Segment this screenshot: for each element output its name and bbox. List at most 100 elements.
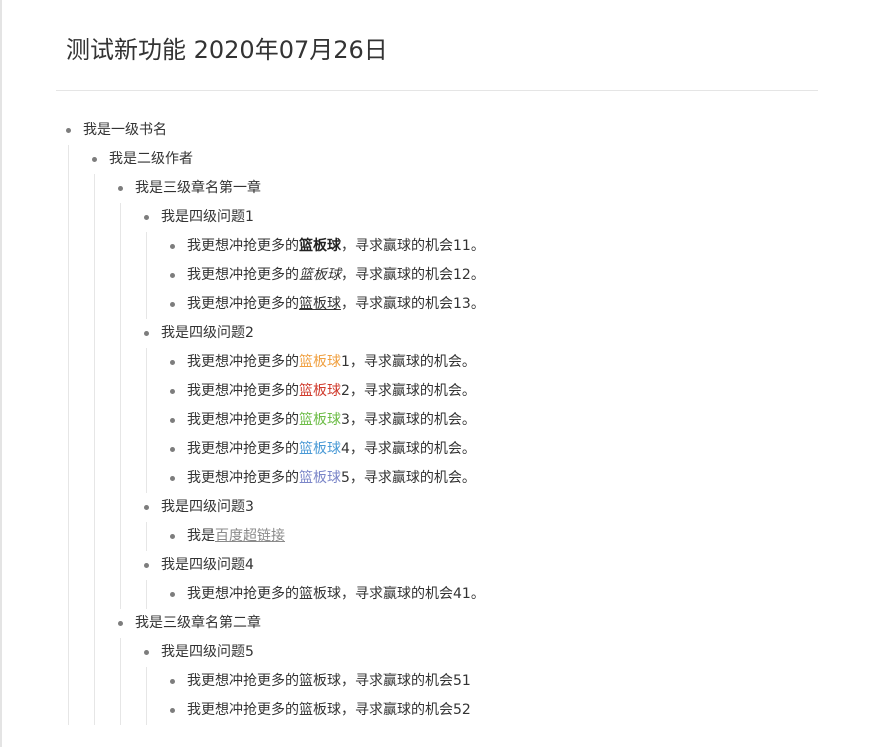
item-number: 2 (341, 383, 350, 399)
node-text-suffix: ，寻求赢球的机会。 (349, 441, 476, 457)
node-text: 我更想冲抢更多的篮板球，寻求赢球的机会41。 (187, 586, 485, 602)
red-keyword: 篮板球 (299, 383, 341, 399)
bullet-icon[interactable] (144, 331, 149, 336)
outline-row[interactable]: 我更想冲抢更多的篮板球，寻求赢球的机会13。 (170, 290, 826, 319)
item-number: 3 (341, 412, 350, 428)
outline-row[interactable]: 我更想冲抢更多的篮板球，寻求赢球的机会11。 (170, 232, 826, 261)
node-text-prefix: 我更想冲抢更多的 (187, 238, 299, 254)
bullet-icon[interactable] (170, 476, 175, 481)
outline-row[interactable]: 我是四级问题5 (144, 638, 826, 667)
outline-node-chapter1: 我是三级章名第一章 我是四级问题1 我更想冲抢更多的篮板球，寻求赢球的机会11。… (118, 174, 826, 609)
bullet-icon[interactable] (144, 650, 149, 655)
node-text: 我是四级问题2 (161, 325, 254, 341)
outline-node-question1: 我是四级问题1 我更想冲抢更多的篮板球，寻求赢球的机会11。 我更想冲抢更多的篮… (144, 203, 826, 319)
children-list: 我是百度超链接 (144, 522, 826, 551)
outline-node-item: 我更想冲抢更多的篮板球，寻求赢球的机会52 (170, 696, 826, 725)
outline-row[interactable]: 我更想冲抢更多的篮板球5，寻求赢球的机会。 (170, 464, 826, 493)
outline-node-item: 我更想冲抢更多的篮板球，寻求赢球的机会51 (170, 667, 826, 696)
bullet-icon[interactable] (118, 621, 123, 626)
node-text-prefix: 我更想冲抢更多的 (187, 296, 299, 312)
window-left-border (0, 0, 2, 747)
node-text-suffix: ，寻求赢球的机会。 (349, 354, 476, 370)
bullet-icon[interactable] (144, 215, 149, 220)
outline-node-item: 我更想冲抢更多的篮板球，寻求赢球的机会13。 (170, 290, 826, 319)
bullet-icon[interactable] (170, 679, 175, 684)
outline-row[interactable]: 我更想冲抢更多的篮板球4，寻求赢球的机会。 (170, 435, 826, 464)
outline-row[interactable]: 我是三级章名第二章 (118, 609, 826, 638)
outline-row[interactable]: 我更想冲抢更多的篮板球，寻求赢球的机会51 (170, 667, 826, 696)
node-text-suffix: ，寻求赢球的机会。 (349, 412, 476, 428)
node-text: 我更想冲抢更多的篮板球，寻求赢球的机会52 (187, 702, 471, 718)
outline-row[interactable]: 我更想冲抢更多的篮板球，寻求赢球的机会12。 (170, 261, 826, 290)
green-keyword: 篮板球 (299, 412, 341, 428)
outline-row[interactable]: 我更想冲抢更多的篮板球2，寻求赢球的机会。 (170, 377, 826, 406)
outline-row[interactable]: 我是四级问题4 (144, 551, 826, 580)
children-list: 我是四级问题1 我更想冲抢更多的篮板球，寻求赢球的机会11。 我更想冲抢更多的篮… (118, 203, 826, 609)
bullet-icon[interactable] (170, 418, 175, 423)
node-text-prefix: 我更想冲抢更多的 (187, 267, 299, 283)
children-list: 我是四级问题5 我更想冲抢更多的篮板球，寻求赢球的机会51 我更想冲抢更多的篮板… (118, 638, 826, 725)
node-text: 我是四级问题4 (161, 557, 254, 573)
bullet-icon[interactable] (92, 157, 97, 162)
italic-keyword: 篮板球 (299, 267, 341, 283)
page-title: 测试新功能 2020年07月26日 (66, 36, 388, 64)
node-text-suffix: ，寻求赢球的机会。 (349, 470, 476, 486)
outline-node-item: 我更想冲抢更多的篮板球3，寻求赢球的机会。 (170, 406, 826, 435)
baidu-hyperlink[interactable]: 百度超链接 (215, 528, 285, 544)
outline-node-level2: 我是二级作者 我是三级章名第一章 我是四级问题1 我更想冲抢更多的篮板球，寻求赢… (92, 145, 826, 725)
children-list: 我是三级章名第一章 我是四级问题1 我更想冲抢更多的篮板球，寻求赢球的机会11。… (92, 174, 826, 725)
orange-keyword: 篮板球 (299, 354, 341, 370)
node-text: 我是四级问题5 (161, 644, 254, 660)
bullet-icon[interactable] (144, 563, 149, 568)
outline-row[interactable]: 我是百度超链接 (170, 522, 826, 551)
node-text-suffix: ，寻求赢球的机会。 (349, 383, 476, 399)
bullet-icon[interactable] (170, 244, 175, 249)
outline-row[interactable]: 我是四级问题2 (144, 319, 826, 348)
bullet-icon[interactable] (118, 186, 123, 191)
outline-row[interactable]: 我更想冲抢更多的篮板球3，寻求赢球的机会。 (170, 406, 826, 435)
bullet-icon[interactable] (170, 534, 175, 539)
bullet-icon[interactable] (170, 592, 175, 597)
bullet-icon[interactable] (170, 708, 175, 713)
purple-keyword: 篮板球 (299, 470, 341, 486)
bullet-icon[interactable] (170, 447, 175, 452)
children-list: 我更想冲抢更多的篮板球，寻求赢球的机会11。 我更想冲抢更多的篮板球，寻求赢球的… (144, 232, 826, 319)
outline-tree: 我是一级书名 我是二级作者 我是三级章名第一章 我是四级问题1 我更想冲抢更多的… (66, 116, 826, 725)
children-list: 我更想冲抢更多的篮板球1，寻求赢球的机会。 我更想冲抢更多的篮板球2，寻求赢球的… (144, 348, 826, 493)
node-text-suffix: ，寻求赢球的机会11。 (341, 238, 485, 254)
outline-row[interactable]: 我是四级问题3 (144, 493, 826, 522)
outline-node-chapter2: 我是三级章名第二章 我是四级问题5 我更想冲抢更多的篮板球，寻求赢球的机会51 … (118, 609, 826, 725)
bullet-icon[interactable] (170, 273, 175, 278)
children-list: 我更想冲抢更多的篮板球，寻求赢球的机会41。 (144, 580, 826, 609)
node-text-prefix: 我更想冲抢更多的 (187, 441, 299, 457)
outline-row[interactable]: 我是三级章名第一章 (118, 174, 826, 203)
node-text-prefix: 我更想冲抢更多的 (187, 354, 299, 370)
outline-node-item: 我更想冲抢更多的篮板球，寻求赢球的机会41。 (170, 580, 826, 609)
node-text: 我是一级书名 (83, 122, 167, 138)
outline-node-question4: 我是四级问题4 我更想冲抢更多的篮板球，寻求赢球的机会41。 (144, 551, 826, 609)
outline-node-item: 我更想冲抢更多的篮板球1，寻求赢球的机会。 (170, 348, 826, 377)
outline-row[interactable]: 我更想冲抢更多的篮板球，寻求赢球的机会41。 (170, 580, 826, 609)
node-text: 我是三级章名第二章 (135, 615, 261, 631)
outline-node-question3: 我是四级问题3 我是百度超链接 (144, 493, 826, 551)
node-text-prefix: 我是 (187, 528, 215, 544)
bullet-icon[interactable] (66, 128, 71, 133)
node-text: 我是三级章名第一章 (135, 180, 261, 196)
outline-node-question5: 我是四级问题5 我更想冲抢更多的篮板球，寻求赢球的机会51 我更想冲抢更多的篮板… (144, 638, 826, 725)
blue-keyword: 篮板球 (299, 441, 341, 457)
bullet-icon[interactable] (170, 360, 175, 365)
outline-row[interactable]: 我是一级书名 (66, 116, 826, 145)
children-list: 我更想冲抢更多的篮板球，寻求赢球的机会51 我更想冲抢更多的篮板球，寻求赢球的机… (144, 667, 826, 725)
outline-row[interactable]: 我更想冲抢更多的篮板球，寻求赢球的机会52 (170, 696, 826, 725)
bullet-icon[interactable] (144, 505, 149, 510)
bullet-icon[interactable] (170, 389, 175, 394)
bullet-icon[interactable] (170, 302, 175, 307)
outline-node-item: 我是百度超链接 (170, 522, 826, 551)
outline-node-question2: 我是四级问题2 我更想冲抢更多的篮板球1，寻求赢球的机会。 我更想冲抢更多的篮板… (144, 319, 826, 493)
outline-row[interactable]: 我是二级作者 (92, 145, 826, 174)
outline-node-level1: 我是一级书名 我是二级作者 我是三级章名第一章 我是四级问题1 我更想冲抢更多的… (66, 116, 826, 725)
outline-row[interactable]: 我更想冲抢更多的篮板球1，寻求赢球的机会。 (170, 348, 826, 377)
outline-row[interactable]: 我是四级问题1 (144, 203, 826, 232)
outline-node-item: 我更想冲抢更多的篮板球，寻求赢球的机会12。 (170, 261, 826, 290)
outline-node-item: 我更想冲抢更多的篮板球4，寻求赢球的机会。 (170, 435, 826, 464)
